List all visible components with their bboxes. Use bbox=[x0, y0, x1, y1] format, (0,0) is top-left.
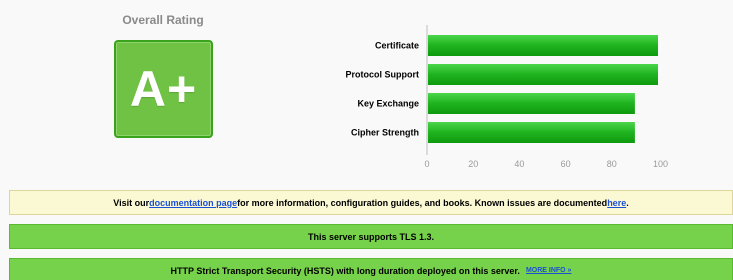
known-issues-link[interactable]: here bbox=[607, 198, 626, 208]
bar-key-exchange bbox=[428, 93, 635, 114]
bar-cipher-strength bbox=[428, 122, 635, 143]
rating-chart-svg: Certificate Protocol Support Key Exchange C… bbox=[346, 25, 668, 169]
hsts-text: HTTP Strict Transport Security (HSTS) wi… bbox=[170, 265, 520, 276]
overall-rating-title: Overall Rating bbox=[122, 13, 204, 27]
x-tick-label: 60 bbox=[561, 159, 571, 169]
hsts-banner: HTTP Strict Transport Security (HSTS) wi… bbox=[9, 258, 733, 280]
tls13-text: This server supports TLS 1.3. bbox=[307, 231, 435, 242]
bar-label-key-exchange: Key Exchange bbox=[357, 99, 419, 109]
bar-protocol-support bbox=[428, 64, 658, 85]
bar-certificate bbox=[428, 35, 658, 56]
docs-text-middle: for more information, configuration guid… bbox=[237, 197, 608, 208]
documentation-page-link[interactable]: documentation page bbox=[149, 198, 237, 208]
x-tick-label: 20 bbox=[468, 159, 478, 169]
tls13-banner: This server supports TLS 1.3. bbox=[9, 224, 733, 249]
hsts-more-info-link[interactable]: MORE INFO » bbox=[526, 267, 572, 274]
docs-text-after: . bbox=[626, 197, 629, 208]
x-tick-label: 40 bbox=[514, 159, 524, 169]
docs-text-before: Visit our bbox=[113, 197, 150, 208]
bar-label-certificate: Certificate bbox=[375, 41, 419, 51]
documentation-banner: Visit our documentation page for more in… bbox=[9, 190, 733, 215]
x-tick-label: 80 bbox=[607, 159, 617, 169]
grade-badge: A+ bbox=[114, 40, 213, 138]
rating-chart: Certificate Protocol Support Key Exchange C… bbox=[300, 25, 700, 170]
grade-text: A+ bbox=[129, 61, 198, 117]
bar-label-protocol-support: Protocol Support bbox=[346, 70, 420, 80]
x-tick-label: 100 bbox=[653, 159, 668, 169]
bar-label-cipher-strength: Cipher Strength bbox=[351, 128, 419, 138]
x-tick-label: 0 bbox=[424, 159, 429, 169]
